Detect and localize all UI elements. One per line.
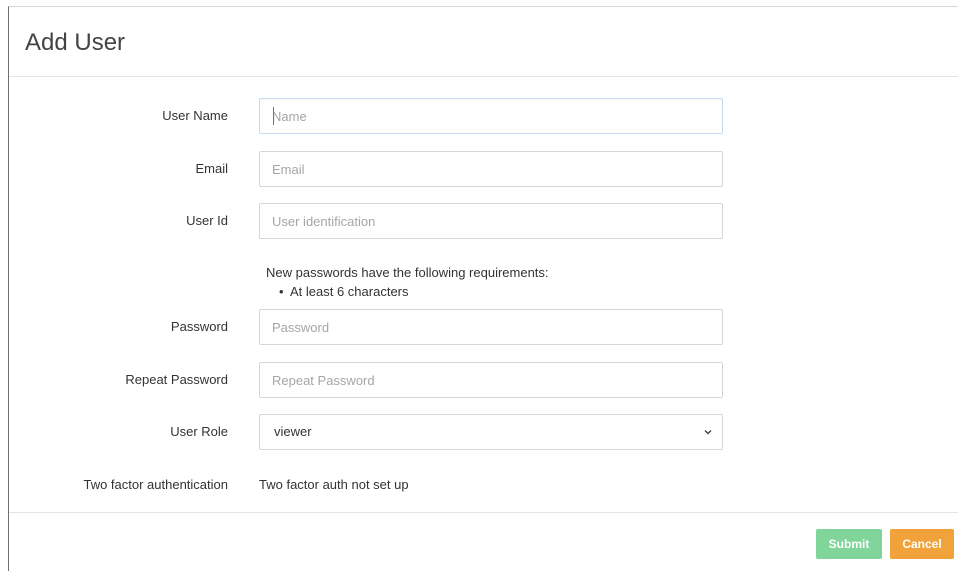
username-label: User Name [162, 108, 228, 123]
user-role-select[interactable]: viewer [259, 414, 723, 450]
password-requirements-list: At least 6 characters [266, 284, 549, 299]
password-requirements: New passwords have the following require… [266, 265, 549, 299]
password-input[interactable] [259, 309, 723, 345]
userid-label: User Id [186, 213, 228, 228]
repeat-password-row: Repeat Password [9, 360, 958, 400]
userid-input[interactable] [259, 203, 723, 239]
username-input[interactable] [259, 98, 723, 134]
two-factor-status: Two factor auth not set up [259, 477, 409, 492]
modal-footer: Submit Cancel [9, 512, 958, 572]
user-role-label: User Role [170, 424, 228, 439]
two-factor-label: Two factor authentication [83, 477, 228, 492]
modal-header: Add User [9, 7, 958, 77]
add-user-modal: Add User User Name Email User Id New pas… [8, 6, 958, 571]
email-input[interactable] [259, 151, 723, 187]
password-row: Password [9, 307, 958, 347]
email-label: Email [195, 161, 228, 176]
cancel-button[interactable]: Cancel [890, 529, 954, 559]
password-requirements-intro: New passwords have the following require… [266, 265, 549, 280]
chevron-down-icon [704, 430, 712, 435]
text-caret [273, 107, 274, 125]
user-role-selected-value: viewer [274, 424, 312, 439]
two-factor-row: Two factor authentication Two factor aut… [9, 465, 958, 505]
repeat-password-label: Repeat Password [125, 372, 228, 387]
username-row: User Name [9, 96, 958, 136]
password-requirement-item: At least 6 characters [279, 284, 549, 299]
userid-row: User Id [9, 201, 958, 241]
email-row: Email [9, 149, 958, 189]
repeat-password-input[interactable] [259, 362, 723, 398]
modal-title: Add User [25, 29, 126, 56]
submit-button[interactable]: Submit [816, 529, 882, 559]
password-label: Password [170, 319, 228, 334]
user-role-row: User Role viewer [9, 412, 958, 452]
